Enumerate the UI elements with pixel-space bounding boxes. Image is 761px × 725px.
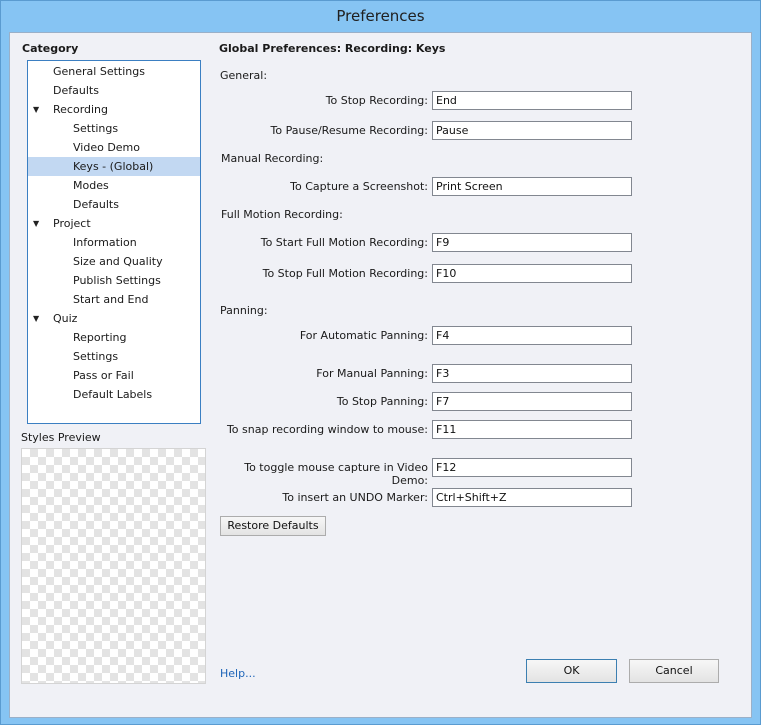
start-full-motion-field[interactable]: F9 <box>432 233 632 252</box>
stop-full-motion-field[interactable]: F10 <box>432 264 632 283</box>
cancel-button[interactable]: Cancel <box>629 659 719 683</box>
tree-item-reporting[interactable]: Reporting <box>28 328 200 347</box>
tree-item-size-and-quality[interactable]: Size and Quality <box>28 252 200 271</box>
help-link[interactable]: Help... <box>220 667 256 680</box>
pause-resume-label: To Pause/Resume Recording: <box>270 124 428 137</box>
capture-screenshot-field[interactable]: Print Screen <box>432 177 632 196</box>
section-general: General: <box>220 69 268 82</box>
snap-window-label: To snap recording window to mouse: <box>226 423 428 436</box>
section-panning: Panning: <box>220 304 268 317</box>
expand-arrow-icon[interactable]: ▼ <box>33 100 39 119</box>
tree-item-video-demo[interactable]: Video Demo <box>28 138 200 157</box>
dialog-body: Category General Settings Defaults ▼ Reco… <box>9 32 752 718</box>
undo-marker-field[interactable]: Ctrl+Shift+Z <box>432 488 632 507</box>
tree-item-quiz[interactable]: ▼ Quiz <box>28 309 200 328</box>
section-full-motion: Full Motion Recording: <box>221 208 343 221</box>
tree-item-recording[interactable]: ▼ Recording <box>28 100 200 119</box>
toggle-mouse-capture-field[interactable]: F12 <box>432 458 632 477</box>
styles-preview-label: Styles Preview <box>21 431 101 444</box>
expand-arrow-icon[interactable]: ▼ <box>33 309 39 328</box>
capture-screenshot-label: To Capture a Screenshot: <box>290 180 428 193</box>
pause-resume-field[interactable]: Pause <box>432 121 632 140</box>
stop-recording-field[interactable]: End <box>432 91 632 110</box>
preferences-window: Preferences Category General Settings De… <box>0 0 761 725</box>
toggle-mouse-capture-label: To toggle mouse capture in Video Demo: <box>244 461 428 487</box>
undo-marker-label: To insert an UNDO Marker: <box>282 491 428 504</box>
section-manual-recording: Manual Recording: <box>221 152 324 165</box>
ok-button[interactable]: OK <box>526 659 617 683</box>
tree-item-general-settings[interactable]: General Settings <box>28 62 200 81</box>
automatic-panning-label: For Automatic Panning: <box>299 329 428 342</box>
window-title: Preferences <box>336 7 425 25</box>
category-label: Category <box>22 42 79 55</box>
stop-panning-field[interactable]: F7 <box>432 392 632 411</box>
start-full-motion-label: To Start Full Motion Recording: <box>260 236 428 249</box>
tree-item-defaults[interactable]: Defaults <box>28 81 200 100</box>
restore-defaults-button[interactable]: Restore Defaults <box>220 516 326 536</box>
panel-title: Global Preferences: Recording: Keys <box>219 42 446 55</box>
expand-arrow-icon[interactable]: ▼ <box>33 214 39 233</box>
tree-item-recording-defaults[interactable]: Defaults <box>28 195 200 214</box>
automatic-panning-field[interactable]: F4 <box>432 326 632 345</box>
stop-panning-label: To Stop Panning: <box>336 395 428 408</box>
tree-item-keys-global[interactable]: Keys - (Global) <box>28 157 200 176</box>
tree-item-recording-settings[interactable]: Settings <box>28 119 200 138</box>
manual-panning-field[interactable]: F3 <box>432 364 632 383</box>
tree-item-start-and-end[interactable]: Start and End <box>28 290 200 309</box>
tree-item-publish-settings[interactable]: Publish Settings <box>28 271 200 290</box>
stop-recording-label: To Stop Recording: <box>325 94 428 107</box>
tree-item-default-labels[interactable]: Default Labels <box>28 385 200 404</box>
snap-window-field[interactable]: F11 <box>432 420 632 439</box>
tree-item-information[interactable]: Information <box>28 233 200 252</box>
stop-full-motion-label: To Stop Full Motion Recording: <box>262 267 428 280</box>
manual-panning-label: For Manual Panning: <box>316 367 428 380</box>
tree-item-modes[interactable]: Modes <box>28 176 200 195</box>
tree-item-quiz-settings[interactable]: Settings <box>28 347 200 366</box>
tree-item-pass-or-fail[interactable]: Pass or Fail <box>28 366 200 385</box>
tree-item-project[interactable]: ▼ Project <box>28 214 200 233</box>
styles-preview-area <box>21 448 206 684</box>
category-tree[interactable]: General Settings Defaults ▼ Recording Set… <box>27 60 201 424</box>
